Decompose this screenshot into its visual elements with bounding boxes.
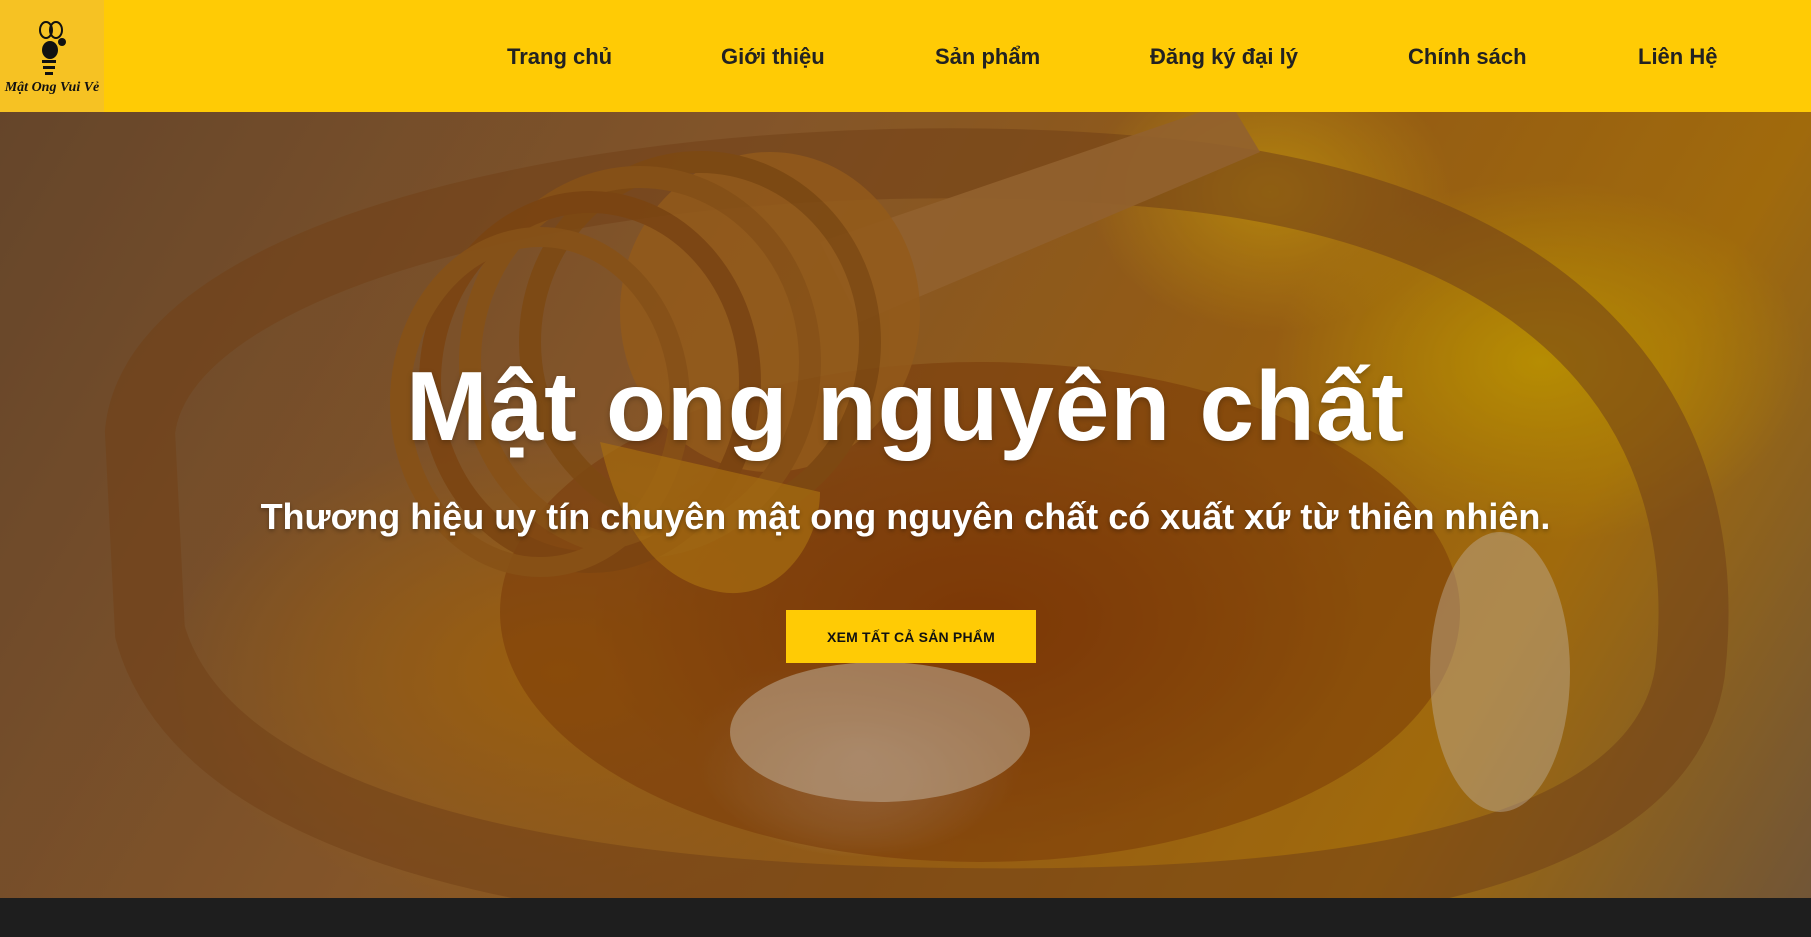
- site-header: Mật Ong Vui Vẻ Trang chủ Giới thiệu Sản …: [0, 0, 1811, 112]
- nav-item-register-agent[interactable]: Đăng ký đại lý: [1150, 44, 1298, 70]
- nav-item-about[interactable]: Giới thiệu: [721, 44, 825, 70]
- nav-item-home[interactable]: Trang chủ: [507, 44, 612, 70]
- nav-item-products[interactable]: Sản phẩm: [935, 44, 1040, 70]
- nav-item-contact[interactable]: Liên Hệ: [1638, 44, 1717, 70]
- hero-subtitle: Thương hiệu uy tín chuyên mật ong nguyên…: [260, 496, 1551, 537]
- hero-banner: Mật ong nguyên chất Thương hiệu uy tín c…: [0, 112, 1811, 898]
- main-nav: Trang chủ Giới thiệu Sản phẩm Đăng ký đạ…: [0, 0, 1811, 112]
- view-all-products-button[interactable]: XEM TẤT CẢ SẢN PHẨM: [786, 610, 1036, 663]
- hero-title: Mật ong nguyên chất: [406, 351, 1405, 461]
- footer-strip: [0, 898, 1811, 937]
- nav-item-policy[interactable]: Chính sách: [1408, 44, 1527, 70]
